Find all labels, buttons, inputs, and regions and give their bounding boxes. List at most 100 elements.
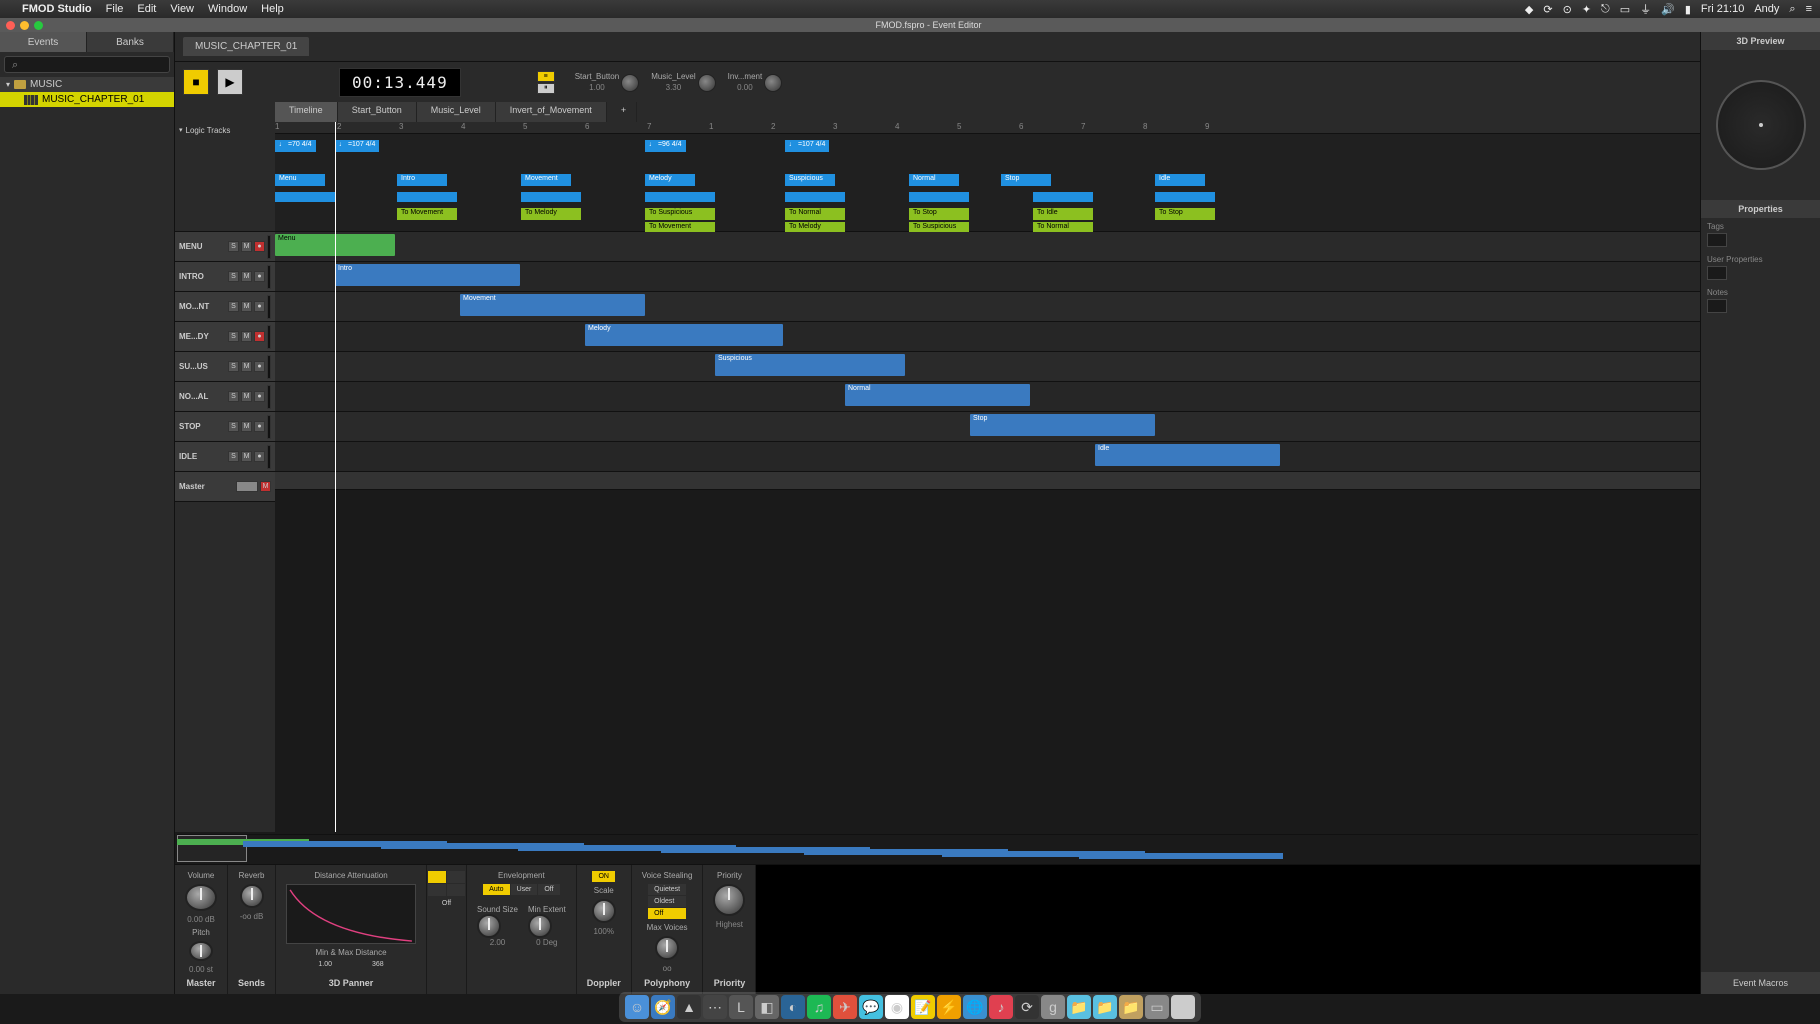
tree-event[interactable]: MUSIC_CHAPTER_01 (0, 92, 174, 107)
audio-clip[interactable]: Suspicious (715, 354, 905, 376)
tab-param[interactable]: Music_Level (417, 102, 496, 122)
stop-button[interactable]: ■ (183, 69, 209, 95)
region-marker[interactable] (785, 192, 845, 202)
preview-circle[interactable] (1716, 80, 1806, 170)
clock[interactable]: Fri 21:10 (1701, 3, 1744, 15)
search-input[interactable] (4, 56, 170, 73)
auto-button[interactable]: Auto (483, 884, 509, 895)
wifi-icon[interactable]: ⏚ (1640, 1, 1651, 17)
track-row[interactable]: Suspicious (275, 352, 1700, 382)
priority-knob[interactable] (713, 884, 745, 916)
reverb-knob[interactable] (240, 884, 264, 908)
mute-button[interactable]: M (241, 271, 252, 282)
tempo-marker[interactable]: ♩ =107 4/4 (785, 140, 829, 152)
menu-app[interactable]: FMOD Studio (22, 3, 92, 15)
dock-app-icon[interactable]: 📝 (911, 995, 935, 1019)
status-icon[interactable]: ✦ (1582, 3, 1591, 16)
close-button[interactable] (6, 21, 15, 30)
notes-input[interactable] (1707, 299, 1727, 313)
dock-finder-icon[interactable]: ☺ (625, 995, 649, 1019)
min-extent-knob[interactable] (528, 914, 552, 938)
dock-app-icon[interactable]: ▭ (1145, 995, 1169, 1019)
track-row[interactable]: Melody (275, 322, 1700, 352)
loop-mode-button[interactable]: ≡ (537, 71, 555, 82)
param-knob[interactable] (764, 74, 782, 92)
menu-edit[interactable]: Edit (137, 3, 156, 15)
dock-app-icon[interactable]: 💬 (859, 995, 883, 1019)
tab-param[interactable]: Start_Button (338, 102, 417, 122)
userprops-input[interactable] (1707, 266, 1727, 280)
destination-marker[interactable]: Suspicious (785, 174, 835, 186)
tab-param[interactable]: Invert_of_Movement (496, 102, 607, 122)
event-tab[interactable]: MUSIC_CHAPTER_01 (183, 37, 309, 56)
mute-button[interactable]: M (241, 451, 252, 462)
record-button[interactable]: ● (254, 451, 265, 462)
param-knob[interactable] (621, 74, 639, 92)
tags-input[interactable] (1707, 233, 1727, 247)
dock-folder-icon[interactable]: 📁 (1093, 995, 1117, 1019)
track-header[interactable]: NO...ALSM● (175, 382, 275, 412)
mute-button[interactable]: M (241, 421, 252, 432)
region-marker[interactable] (1155, 192, 1215, 202)
record-button[interactable]: ● (254, 301, 265, 312)
solo-button[interactable]: S (228, 241, 239, 252)
track-header[interactable]: INTROSM● (175, 262, 275, 292)
track-header[interactable]: STOPSM● (175, 412, 275, 442)
mute-button[interactable]: M (241, 391, 252, 402)
preview-3d[interactable] (1701, 50, 1820, 200)
status-icon[interactable]: ⟳ (1543, 3, 1552, 16)
audio-clip[interactable]: Melody (585, 324, 783, 346)
solo-button[interactable]: S (228, 271, 239, 282)
dock-folder-icon[interactable]: 📁 (1119, 995, 1143, 1019)
dock-app-icon[interactable]: ✈ (833, 995, 857, 1019)
region-marker[interactable] (397, 192, 457, 202)
dock-app-icon[interactable]: ◧ (755, 995, 779, 1019)
record-button[interactable]: ● (254, 271, 265, 282)
playhead[interactable] (335, 122, 336, 832)
tree-folder[interactable]: MUSIC (0, 77, 174, 92)
pitch-knob[interactable] (189, 941, 213, 961)
transition-marker[interactable]: To Stop (909, 208, 969, 220)
region-marker[interactable] (1033, 192, 1093, 202)
add-param-button[interactable]: + (607, 102, 637, 122)
menu-view[interactable]: View (170, 3, 194, 15)
solo-button[interactable]: S (228, 391, 239, 402)
logic-area[interactable]: ♩ =70 4/4♩ =107 4/4♩ =96 4/4♩ =107 4/4Me… (275, 134, 1700, 232)
solo-button[interactable]: S (228, 331, 239, 342)
track-header[interactable]: IDLESM● (175, 442, 275, 472)
off-button[interactable]: Off (538, 884, 559, 895)
transition-marker[interactable]: To Normal (785, 208, 845, 220)
destination-marker[interactable]: Menu (275, 174, 325, 186)
param-knob[interactable] (698, 74, 716, 92)
timeline[interactable]: 1234567123456789 ♩ =70 4/4♩ =107 4/4♩ =9… (275, 122, 1700, 832)
quietest-button[interactable]: Quietest (648, 884, 686, 895)
dock-app-icon[interactable]: ⚡ (937, 995, 961, 1019)
volume-knob[interactable] (185, 884, 217, 911)
minimize-button[interactable] (20, 21, 29, 30)
transition-marker[interactable]: To Idle (1033, 208, 1093, 220)
scale-knob[interactable] (592, 899, 616, 923)
menu-window[interactable]: Window (208, 3, 247, 15)
maximize-button[interactable] (34, 21, 43, 30)
audio-clip[interactable]: Normal (845, 384, 1030, 406)
track-row[interactable]: Stop (275, 412, 1700, 442)
status-icon[interactable]: ⎋ (1601, 3, 1610, 16)
record-button[interactable]: ● (254, 361, 265, 372)
transition-marker[interactable]: To Suspicious (645, 208, 715, 220)
mute-button[interactable]: M (241, 331, 252, 342)
max-voices-knob[interactable] (655, 936, 679, 960)
region-marker[interactable] (645, 192, 715, 202)
destination-marker[interactable]: Normal (909, 174, 959, 186)
region-marker[interactable] (909, 192, 969, 202)
record-button[interactable]: ● (254, 241, 265, 252)
track-row[interactable]: Intro (275, 262, 1700, 292)
status-icon[interactable]: ⊙ (1563, 3, 1572, 16)
dock-app-icon[interactable]: ⟳ (1015, 995, 1039, 1019)
record-button[interactable]: ● (254, 421, 265, 432)
status-icon[interactable]: ▭ (1620, 3, 1630, 16)
destination-marker[interactable]: Movement (521, 174, 571, 186)
event-macros-button[interactable]: Event Macros (1701, 972, 1820, 994)
track-header[interactable]: MENUSM● (175, 232, 275, 262)
solo-button[interactable]: S (228, 421, 239, 432)
envelopment-grid[interactable] (428, 871, 465, 896)
